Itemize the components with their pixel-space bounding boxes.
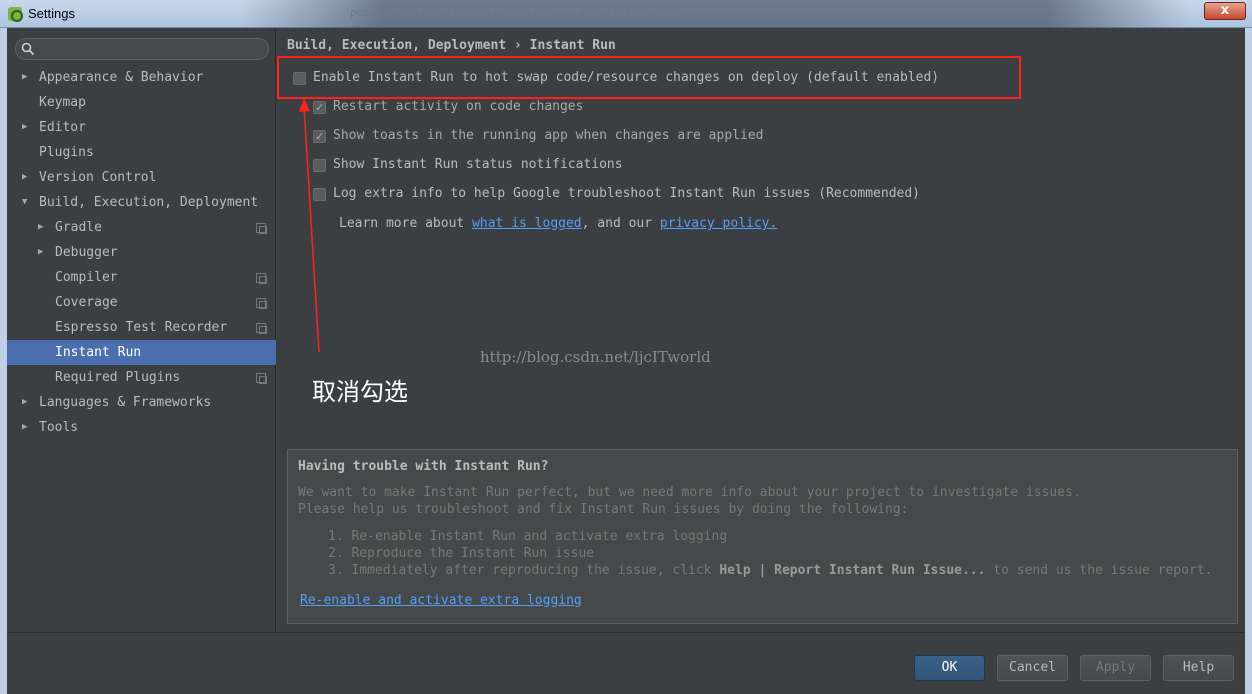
learn-more-text: Learn more about what is logged, and our… <box>339 216 777 231</box>
what-is-logged-link[interactable]: what is logged <box>472 216 582 231</box>
sidebar-item-label: Keymap <box>39 95 86 110</box>
sidebar-item-label: Editor <box>39 120 86 135</box>
background-code-text: public static final String TAG = "Elasti… <box>350 6 701 19</box>
sidebar-item[interactable]: Instant Run <box>7 340 276 365</box>
project-settings-icon <box>256 223 267 234</box>
option-label: Show Instant Run status notifications <box>333 157 623 172</box>
expand-arrow-right-icon[interactable]: ▶ <box>22 415 27 440</box>
red-highlight-box <box>277 56 1021 99</box>
watermark: http://blog.csdn.net/ljcITworld <box>480 348 711 366</box>
ok-button[interactable]: OK <box>914 655 985 681</box>
project-settings-icon <box>256 298 267 309</box>
window-frame-left <box>0 28 7 694</box>
sidebar-item[interactable]: ▶ Editor <box>7 115 276 140</box>
expand-arrow-right-icon[interactable]: ▶ <box>22 65 27 90</box>
cancel-button[interactable]: Cancel <box>997 655 1068 681</box>
sidebar-item-label: Tools <box>39 420 79 435</box>
sidebar-item[interactable]: Compiler <box>7 265 276 290</box>
settings-sidebar: ▶ Appearance & Behavior Keymap ▶ Editor Plugi… <box>7 28 276 632</box>
help-button[interactable]: Help <box>1163 655 1234 681</box>
trouble-panel: Having trouble with Instant Run? We want… <box>287 449 1238 624</box>
reenable-logging-link[interactable]: Re-enable and activate extra logging <box>300 593 582 608</box>
window-title: Settings <box>28 6 75 21</box>
apply-button[interactable]: Apply <box>1080 655 1151 681</box>
trouble-step-2: 2. Reproduce the Instant Run issue <box>328 546 595 561</box>
privacy-policy-link[interactable]: privacy policy. <box>660 216 777 231</box>
sidebar-item-label: Debugger <box>55 245 118 260</box>
learn-more-middle: , and our <box>581 216 660 231</box>
project-settings-icon <box>256 373 267 384</box>
sidebar-item-label: Appearance & Behavior <box>39 70 204 85</box>
sidebar-item[interactable]: Coverage <box>7 290 276 315</box>
close-button[interactable]: x <box>1204 2 1246 20</box>
trouble-line-2: Please help us troubleshoot and fix Inst… <box>298 502 909 517</box>
trouble-step-3: 3. Immediately after reproducing the iss… <box>328 563 1212 578</box>
sidebar-item-label: Version Control <box>39 170 157 185</box>
trouble-line-1: We want to make Instant Run perfect, but… <box>298 485 1081 500</box>
title-bar: public static final String TAG = "Elasti… <box>0 0 1252 28</box>
bottom-separator <box>7 632 1245 633</box>
sidebar-item[interactable]: ▼ Build, Execution, Deployment <box>7 190 276 215</box>
sidebar-item-label: Plugins <box>39 145 94 160</box>
option-label: Show toasts in the running app when chan… <box>333 128 764 143</box>
settings-tree: ▶ Appearance & Behavior Keymap ▶ Editor Plugi… <box>7 65 276 440</box>
sidebar-item[interactable]: Keymap <box>7 90 276 115</box>
expand-arrow-right-icon[interactable]: ▶ <box>38 215 43 240</box>
sidebar-item-label: Instant Run <box>55 345 142 360</box>
sidebar-item-label: Coverage <box>55 295 118 310</box>
expand-arrow-right-icon[interactable]: ▶ <box>22 390 27 415</box>
sidebar-item[interactable]: ▶ Debugger <box>7 240 276 265</box>
step-3-prefix: 3. Immediately after reproducing the iss… <box>328 563 720 578</box>
sidebar-item[interactable]: ▶ Languages & Frameworks <box>7 390 276 415</box>
sidebar-item-label: Languages & Frameworks <box>39 395 212 410</box>
sidebar-item[interactable]: Required Plugins <box>7 365 276 390</box>
sidebar-item-label: Required Plugins <box>55 370 181 385</box>
sidebar-item[interactable]: ▶ Version Control <box>7 165 276 190</box>
sidebar-item-label: Espresso Test Recorder <box>55 320 228 335</box>
search-input[interactable] <box>15 38 269 60</box>
project-settings-icon <box>256 323 267 334</box>
learn-more-prefix: Learn more about <box>339 216 473 231</box>
trouble-title: Having trouble with Instant Run? <box>298 459 549 474</box>
sidebar-item[interactable]: Plugins <box>7 140 276 165</box>
option-label: Restart activity on code changes <box>333 99 584 114</box>
expand-arrow-right-icon[interactable]: ▶ <box>22 115 27 140</box>
background-editor-code: public static final String TAG = "Elasti… <box>240 0 1190 28</box>
sidebar-item[interactable]: Espresso Test Recorder <box>7 315 276 340</box>
project-settings-icon <box>256 273 267 284</box>
step-3-menu-path: Help | Report Instant Run Issue... <box>719 563 986 578</box>
sidebar-item-label: Gradle <box>55 220 102 235</box>
sidebar-item-label: Compiler <box>55 270 118 285</box>
search-icon <box>21 42 35 56</box>
sidebar-item[interactable]: ▶ Tools <box>7 415 276 440</box>
annotation-text: 取消勾选 <box>312 378 408 406</box>
sidebar-item-label: Build, Execution, Deployment <box>39 195 259 210</box>
red-arrow-annotation <box>299 98 320 353</box>
breadcrumb: Build, Execution, Deployment › Instant R… <box>287 38 616 53</box>
step-3-suffix: to send us the issue report. <box>985 563 1213 578</box>
expand-arrow-down-icon[interactable]: ▼ <box>22 190 27 215</box>
sidebar-item[interactable]: ▶ Gradle <box>7 215 276 240</box>
android-studio-icon <box>8 7 23 22</box>
trouble-step-1: 1. Re-enable Instant Run and activate ex… <box>328 529 728 544</box>
sidebar-item[interactable]: ▶ Appearance & Behavior <box>7 65 276 90</box>
expand-arrow-right-icon[interactable]: ▶ <box>22 165 27 190</box>
option-label: Log extra info to help Google troublesho… <box>333 186 920 201</box>
expand-arrow-right-icon[interactable]: ▶ <box>38 240 43 265</box>
window-frame-right <box>1245 28 1252 694</box>
